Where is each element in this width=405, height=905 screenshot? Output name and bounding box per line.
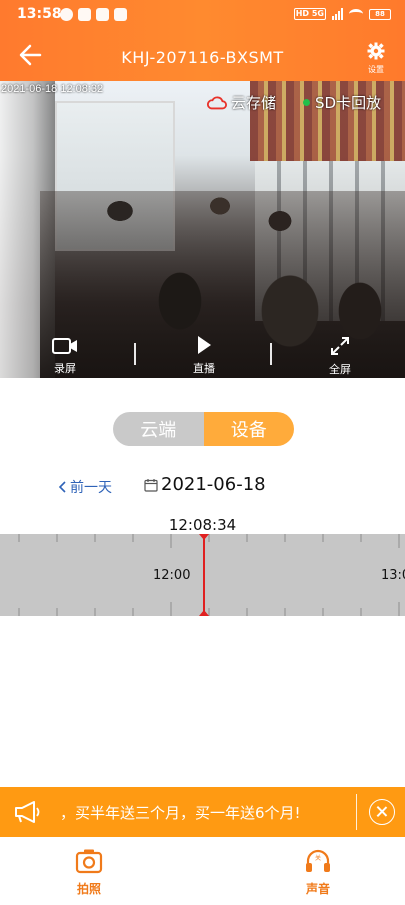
header: 13:58 HD 5G 88 KHJ-207116-BXSMT 设置 — [0, 0, 405, 81]
cloud-storage-label: 云存储 — [231, 94, 277, 112]
network-type: HD 5G — [293, 8, 326, 20]
sd-replay-button[interactable]: SD卡回放 — [303, 92, 381, 113]
tab-device[interactable]: 设备 — [203, 412, 294, 446]
fullscreen-icon — [331, 337, 349, 355]
settings-label: 设置 — [368, 65, 384, 74]
timeline-label-1200: 12:00 — [153, 568, 191, 583]
status-bar: 13:58 HD 5G 88 — [0, 0, 405, 30]
wifi-icon — [349, 9, 363, 19]
app-icon — [78, 8, 91, 21]
current-playback-time: 12:08:34 — [168, 516, 237, 534]
battery-icon: 88 — [369, 8, 391, 20]
promo-banner[interactable]: ，买半年送三个月，买一年送6个月! — [0, 787, 405, 837]
divider — [356, 794, 357, 830]
playhead-marker-top — [199, 534, 209, 540]
device-title: KHJ-207116-BXSMT — [121, 48, 284, 67]
status-dot — [303, 99, 310, 106]
system-icons: HD 5G 88 — [293, 8, 391, 20]
snapshot-label: 拍照 — [76, 882, 101, 896]
close-promo-button[interactable] — [369, 799, 395, 825]
camera-playback-screen: 13:58 HD 5G 88 KHJ-207116-BXSMT 设置 2021-… — [0, 0, 405, 905]
divider — [270, 343, 272, 365]
chevron-left-icon — [58, 481, 66, 493]
live-label: 直播 — [193, 362, 215, 375]
cloud-storage-button[interactable]: 云存储 — [207, 92, 276, 113]
camera-icon — [75, 849, 103, 874]
calendar-icon — [144, 478, 158, 492]
timeline-label-1300: 13:0 — [381, 568, 405, 583]
record-label: 录屏 — [54, 362, 76, 375]
gear-icon — [367, 42, 385, 60]
timeline-scrubber[interactable]: 12:00 13:0 — [0, 534, 405, 616]
notification-icons — [60, 8, 127, 21]
selected-date: 2021-06-18 — [161, 474, 266, 495]
cloud-icon — [207, 96, 227, 109]
previous-day-label: 前一天 — [70, 480, 112, 496]
status-time: 13:58 — [17, 6, 62, 22]
headphones-icon: 关 — [306, 849, 330, 872]
bottom-action-bar: 拍照 关 声音 — [0, 837, 405, 905]
snapshot-button[interactable]: 拍照 — [59, 848, 119, 897]
playhead-marker-bottom — [199, 610, 209, 616]
nav-bar: KHJ-207116-BXSMT 设置 — [0, 30, 405, 81]
megaphone-icon — [15, 801, 40, 823]
message-icon — [96, 8, 109, 21]
play-icon — [198, 336, 211, 354]
divider — [134, 343, 136, 365]
sound-label: 声音 — [305, 882, 330, 896]
playhead[interactable] — [203, 534, 205, 616]
video-timestamp: 2021-06-18 12:08:32 — [1, 83, 104, 95]
map-icon — [114, 8, 127, 21]
record-button[interactable]: 录屏 — [50, 337, 80, 376]
previous-day-button[interactable]: 前一天 — [58, 477, 112, 497]
live-button[interactable]: 直播 — [189, 335, 219, 376]
signal-icon — [332, 8, 343, 20]
tab-cloud[interactable]: 云端 — [113, 412, 204, 446]
promo-text: ，买半年送三个月，买一年送6个月! — [60, 804, 301, 822]
source-toggle: 云端 设备 — [113, 412, 294, 446]
fullscreen-label: 全屏 — [329, 363, 351, 376]
video-camera-icon — [52, 338, 77, 354]
settings-button[interactable]: 设置 — [363, 42, 389, 75]
sound-button[interactable]: 关 声音 — [288, 848, 348, 897]
date-picker[interactable]: 2021-06-18 — [144, 474, 266, 495]
video-player[interactable]: 2021-06-18 12:08:32 云存储 SD卡回放 录屏 直播 全屏 — [0, 81, 405, 378]
svg-text:关: 关 — [315, 854, 321, 862]
fullscreen-button[interactable]: 全屏 — [325, 336, 355, 377]
sd-replay-label: SD卡回放 — [315, 94, 382, 112]
notification-icon — [60, 8, 73, 21]
